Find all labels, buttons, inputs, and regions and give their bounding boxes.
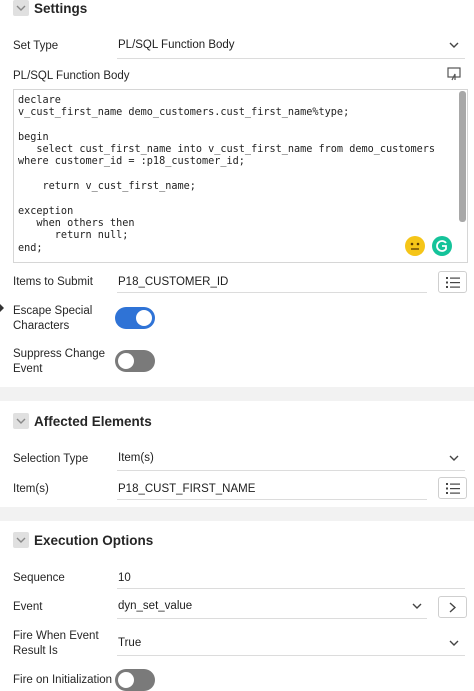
collapse-settings-icon[interactable]: [13, 0, 29, 16]
set-type-select[interactable]: PL/SQL Function Body: [117, 32, 465, 58]
set-type-label: Set Type: [13, 40, 59, 52]
selection-type-value: Item(s): [118, 452, 154, 464]
items-to-submit-label: Items to Submit: [13, 276, 93, 288]
sequence-label: Sequence: [13, 572, 65, 584]
selection-type-label: Selection Type: [13, 453, 89, 465]
affected-title: Affected Elements: [34, 414, 152, 429]
items-to-submit-value: P18_CUSTOMER_ID: [118, 276, 229, 288]
execution-title: Execution Options: [34, 533, 154, 548]
settings-section-header: Settings: [0, 0, 474, 22]
chevron-right-icon: [449, 602, 456, 613]
items-list-button[interactable]: [438, 477, 467, 499]
list-icon: [446, 277, 460, 288]
list-icon: [446, 483, 460, 494]
set-type-value: PL/SQL Function Body: [118, 39, 235, 51]
code-text[interactable]: declare v_cust_first_name demo_customers…: [18, 95, 435, 255]
event-label: Event: [13, 601, 43, 613]
code-scrollbar[interactable]: [459, 91, 466, 222]
items-label: Item(s): [13, 483, 49, 495]
settings-title: Settings: [34, 1, 88, 16]
code-editor-expand-icon[interactable]: [447, 67, 461, 81]
collapse-execution-icon[interactable]: [13, 532, 29, 548]
resize-handle-marker: [0, 304, 4, 312]
fire-on-init-toggle[interactable]: [115, 669, 155, 691]
fire-when-select[interactable]: True: [117, 631, 465, 655]
suppress-change-label: Suppress Change Event: [13, 348, 106, 375]
event-select[interactable]: dyn_set_value: [117, 594, 427, 618]
fire-on-init-label: Fire on Initialization: [13, 674, 113, 686]
fire-when-value: True: [118, 637, 142, 649]
execution-section-header: Execution Options: [0, 531, 474, 553]
fire-when-label: Fire When Event Result Is: [13, 630, 99, 657]
event-go-button[interactable]: [438, 596, 467, 618]
chevron-down-icon: [449, 455, 459, 461]
items-value: P18_CUST_FIRST_NAME: [118, 483, 256, 495]
grammarly-icon[interactable]: [432, 236, 452, 256]
escape-special-label: Escape Special Characters: [13, 305, 93, 332]
event-value: dyn_set_value: [118, 600, 193, 612]
chevron-down-icon: [449, 640, 459, 646]
affected-section-header: Affected Elements: [0, 412, 474, 434]
items-to-submit-list-button[interactable]: [438, 271, 467, 293]
sequence-input[interactable]: 10: [117, 568, 465, 588]
chevron-down-icon: [449, 42, 459, 48]
code-editor[interactable]: declare v_cust_first_name demo_customers…: [13, 89, 468, 263]
selection-type-select[interactable]: Item(s): [117, 446, 465, 470]
emoji-face-icon[interactable]: [405, 236, 425, 256]
chevron-down-icon: [412, 603, 422, 609]
items-to-submit-input[interactable]: P18_CUSTOMER_ID: [117, 272, 427, 292]
sequence-value: 10: [118, 572, 131, 584]
suppress-change-toggle[interactable]: [115, 350, 155, 372]
escape-special-toggle[interactable]: [115, 307, 155, 329]
items-input[interactable]: P18_CUST_FIRST_NAME: [117, 479, 427, 499]
function-body-label: PL/SQL Function Body: [13, 70, 130, 82]
collapse-affected-icon[interactable]: [13, 413, 29, 429]
